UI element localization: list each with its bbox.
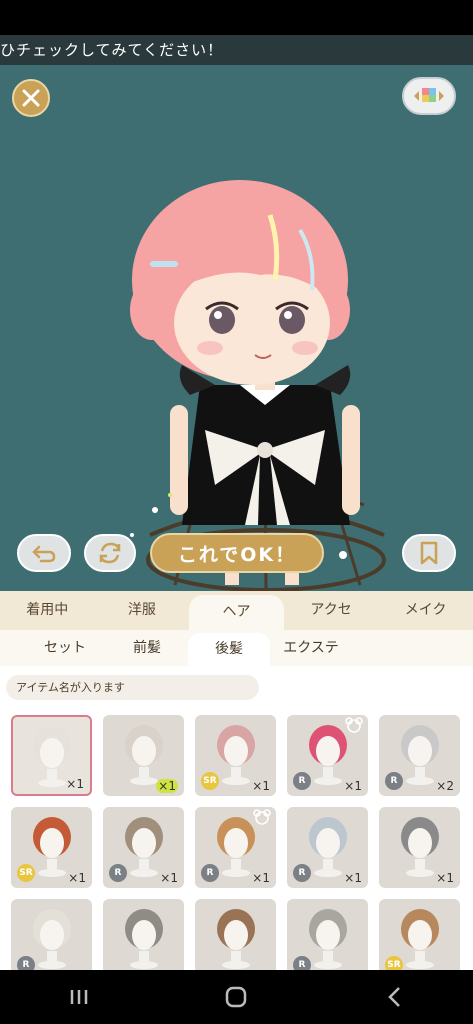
item-quantity: ×1 — [160, 871, 178, 885]
item-quantity: ×2 — [436, 779, 454, 793]
bookmark-icon — [420, 541, 438, 565]
subtab-extensions[interactable]: エクステ — [270, 630, 352, 666]
avatar-preview-stage: これでOK！ — [0, 65, 473, 591]
android-nav-bar — [0, 970, 473, 1024]
mannequin-icon — [308, 909, 347, 969]
hair-item-tile[interactable] — [103, 899, 184, 970]
item-quantity: ×1 — [66, 777, 84, 791]
mannequin-icon — [124, 725, 163, 785]
rarity-badge: SR — [385, 956, 403, 970]
rarity-badge: SR — [201, 772, 219, 790]
rotate-button[interactable] — [84, 534, 136, 572]
hair-item-tile[interactable]: R ×1 — [287, 807, 368, 888]
rarity-badge: SR — [17, 864, 35, 882]
mannequin-icon — [400, 725, 439, 785]
back-icon — [388, 987, 401, 1007]
item-quantity: ×1 — [68, 871, 86, 885]
home-icon — [226, 986, 247, 1008]
hair-sub-tabs: セット 前髪 後髪 エクステ — [0, 630, 473, 666]
mannequin-icon — [216, 909, 255, 969]
hair-item-tile[interactable]: ×1 — [379, 807, 460, 888]
mannequin-icon — [32, 909, 71, 969]
rarity-badge: R — [201, 864, 219, 882]
item-quantity: ×1 — [436, 871, 454, 885]
rarity-badge: R — [293, 772, 311, 790]
recent-apps-button[interactable] — [49, 977, 109, 1017]
close-icon — [22, 89, 40, 107]
hair-item-tile[interactable]: SR — [379, 899, 460, 970]
mannequin-icon — [32, 817, 71, 877]
mannequin-icon — [216, 817, 255, 877]
item-quantity: ×1 — [156, 779, 178, 793]
status-bar — [0, 0, 473, 35]
hair-item-tile[interactable]: R ×1 — [287, 715, 368, 796]
item-search-input[interactable]: アイテム名が入ります — [6, 675, 259, 700]
back-button[interactable] — [364, 977, 424, 1017]
avatar-character — [130, 180, 386, 591]
recent-apps-icon — [70, 990, 88, 1004]
mannequin-icon — [400, 817, 439, 877]
rarity-badge: R — [385, 772, 403, 790]
hair-item-tile[interactable]: R — [287, 899, 368, 970]
mannequin-icon — [216, 725, 255, 785]
item-quantity: ×1 — [344, 871, 362, 885]
grid-arrows-icon — [414, 88, 444, 102]
subtab-back-hair[interactable]: 後髪 — [188, 633, 270, 666]
hair-item-tile[interactable]: SR ×1 — [195, 715, 276, 796]
bear-badge-icon — [253, 809, 271, 825]
category-tabs: 着用中 洋服 ヘア アクセ メイク — [0, 591, 473, 630]
hair-item-tile[interactable]: ×1 — [103, 715, 184, 796]
tab-accessories[interactable]: アクセ — [284, 591, 379, 630]
rotate-icon — [99, 542, 121, 564]
undo-icon — [32, 545, 56, 563]
scrolling-banner: ひチェックしてみてください！ — [0, 35, 473, 65]
mannequin-icon — [124, 909, 163, 969]
rarity-badge: R — [109, 864, 127, 882]
rarity-badge: R — [293, 864, 311, 882]
item-quantity: ×1 — [344, 779, 362, 793]
hair-item-tile[interactable] — [195, 899, 276, 970]
mannequin-icon — [124, 817, 163, 877]
subtab-bangs[interactable]: 前髪 — [106, 630, 188, 666]
close-button[interactable] — [12, 79, 50, 117]
undo-button[interactable] — [17, 534, 71, 572]
tab-clothes[interactable]: 洋服 — [95, 591, 190, 630]
item-grid: アイテム名が入ります ×1 ×1 SR ×1 R ×1 R ×2 SR ×1 R ×1 R ×1 R ×1 ×1… — [0, 666, 473, 970]
item-quantity: ×1 — [252, 779, 270, 793]
rarity-badge: R — [293, 956, 311, 970]
mannequin-icon — [308, 725, 347, 785]
item-quantity: ×1 — [252, 871, 270, 885]
hair-item-tile[interactable]: SR ×1 — [11, 807, 92, 888]
tab-makeup[interactable]: メイク — [378, 591, 473, 630]
hair-item-tile[interactable]: ×1 — [11, 715, 92, 796]
layout-toggle-button[interactable] — [402, 77, 456, 115]
mannequin-icon — [400, 909, 439, 969]
confirm-ok-button[interactable]: これでOK！ — [150, 533, 324, 573]
bear-badge-icon — [345, 717, 363, 733]
mannequin-icon — [308, 817, 347, 877]
rarity-badge: R — [17, 956, 35, 970]
hair-item-tile[interactable]: R ×1 — [195, 807, 276, 888]
tab-hair[interactable]: ヘア — [189, 595, 284, 630]
bookmark-button[interactable] — [402, 534, 456, 572]
hair-item-tile[interactable]: R ×2 — [379, 715, 460, 796]
subtab-set[interactable]: セット — [24, 630, 106, 666]
tab-wearing[interactable]: 着用中 — [0, 591, 95, 630]
hair-item-tile[interactable]: R — [11, 899, 92, 970]
home-button[interactable] — [206, 977, 266, 1017]
hair-item-tile[interactable]: R ×1 — [103, 807, 184, 888]
